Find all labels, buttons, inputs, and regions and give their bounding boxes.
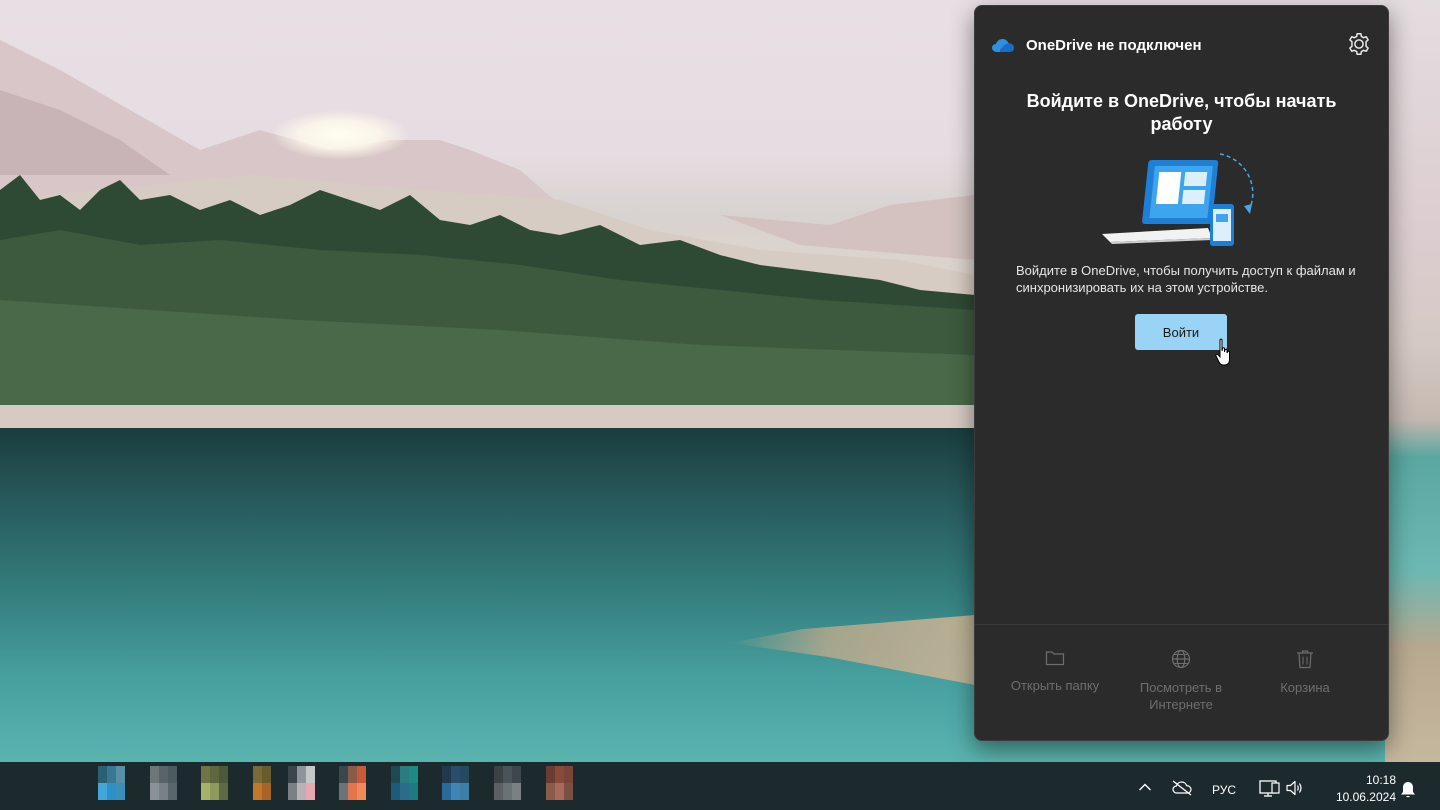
settings-gear-icon[interactable] <box>1346 31 1372 57</box>
hand-cursor-icon <box>1215 338 1230 366</box>
globe-icon <box>1171 649 1191 669</box>
taskbar-app-10[interactable] <box>546 766 582 802</box>
flyout-footer: Открыть папку Посмотреть в Интернете Кор… <box>975 624 1388 740</box>
flyout-header: OneDrive не подключен <box>991 30 1372 60</box>
folder-icon <box>1045 651 1065 666</box>
recycle-bin-action[interactable]: Корзина <box>1240 649 1370 696</box>
trash-icon <box>1297 650 1313 669</box>
recycle-bin-label: Корзина <box>1280 680 1330 695</box>
view-online-action[interactable]: Посмотреть в Интернете <box>1116 649 1246 713</box>
taskbar-app-3[interactable] <box>201 766 237 802</box>
clock-date: 10.06.2024 <box>1335 790 1396 804</box>
clock-time: 10:18 <box>1365 773 1396 787</box>
signin-button[interactable]: Войти <box>1135 314 1227 350</box>
taskbar-app-5[interactable] <box>288 766 324 802</box>
onedrive-cloud-icon <box>992 39 1014 52</box>
open-folder-label: Открыть папку <box>1010 678 1100 693</box>
language-indicator[interactable]: РУС <box>1212 783 1236 797</box>
onedrive-flyout: OneDrive не подключен Войдите в OneDrive… <box>974 5 1389 741</box>
signin-headline: Войдите в OneDrive, чтобы начать работу <box>1026 91 1337 134</box>
network-icon[interactable] <box>1258 779 1280 799</box>
volume-icon[interactable] <box>1285 779 1305 797</box>
laptop-phone-sync-illustration <box>1102 153 1254 246</box>
taskbar-app-6[interactable] <box>339 766 375 802</box>
taskbar-app-8[interactable] <box>442 766 478 802</box>
taskbar-app-2[interactable] <box>150 766 186 802</box>
flyout-title: OneDrive не подключен <box>1026 36 1202 54</box>
wallpaper-right-edge <box>1385 0 1440 762</box>
taskbar-app-7[interactable] <box>391 766 427 802</box>
taskbar-app-1[interactable] <box>98 766 134 802</box>
bell-icon[interactable] <box>1399 780 1417 800</box>
onedrive-offline-icon[interactable] <box>1171 779 1193 797</box>
sun-glow <box>270 110 410 160</box>
open-folder-action[interactable]: Открыть папку <box>990 649 1120 694</box>
taskbar-app-9[interactable] <box>494 766 530 802</box>
tree-line <box>0 175 975 420</box>
chevron-up-icon[interactable] <box>1138 782 1152 792</box>
signin-button-label: Войти <box>1162 324 1200 340</box>
shoreline <box>0 405 975 430</box>
clock[interactable]: 10:18 10.06.2024 <box>1318 772 1396 806</box>
view-online-label: Посмотреть в Интернете <box>1139 680 1223 712</box>
signin-description: Войдите в OneDrive, чтобы получить досту… <box>1016 263 1356 295</box>
taskbar-app-4[interactable] <box>253 766 273 802</box>
